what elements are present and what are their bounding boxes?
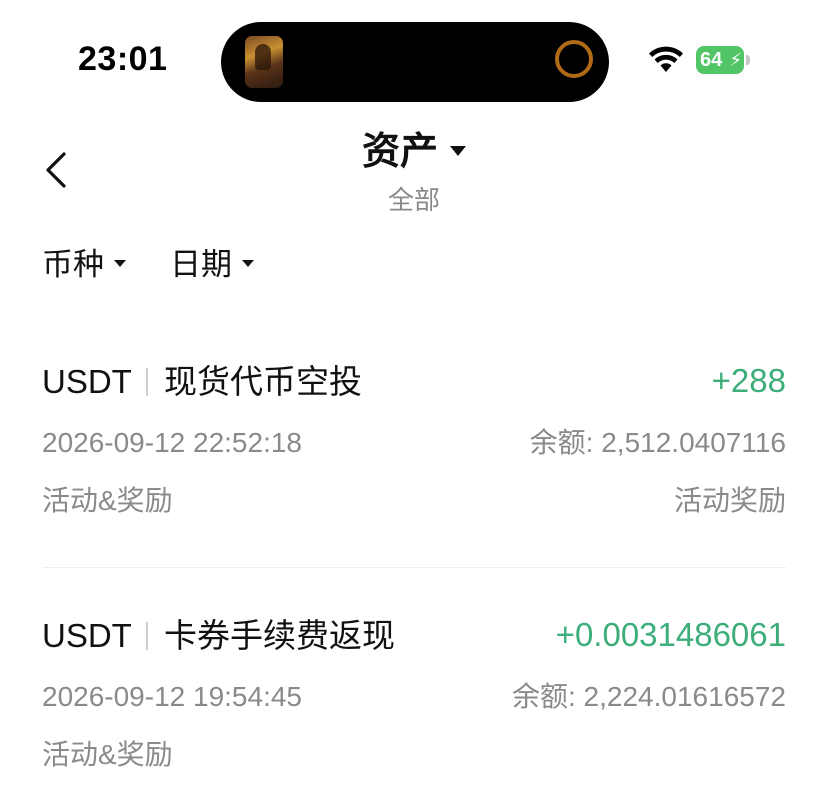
charging-bolt-icon: ⚡ bbox=[729, 50, 742, 70]
battery-tip bbox=[746, 55, 750, 65]
battery-icon: 64 ⚡ bbox=[696, 46, 744, 74]
list-item[interactable]: USDT 现货代币空投 +288 2026-09-12 22:52:18 余额:… bbox=[42, 354, 786, 554]
caret-down-icon bbox=[450, 145, 466, 156]
transaction-type: 现货代币空投 bbox=[164, 363, 362, 400]
divider bbox=[42, 567, 786, 568]
coin-name: USDT bbox=[42, 363, 132, 400]
dynamic-island[interactable] bbox=[221, 22, 609, 102]
transaction-category: 活动&奖励 bbox=[42, 485, 173, 516]
now-playing-artwork bbox=[245, 36, 283, 88]
transaction-source: 活动奖励 bbox=[673, 485, 786, 516]
transaction-time: 2026-09-12 22:52:18 bbox=[42, 427, 302, 458]
transaction-amount: +288 bbox=[711, 362, 786, 399]
separator bbox=[146, 368, 148, 396]
list-item[interactable]: USDT 卡券手续费返现 +0.0031486061 2026-09-12 19… bbox=[42, 608, 786, 808]
page-title: 资产 bbox=[361, 131, 438, 173]
status-time: 23:01 bbox=[78, 40, 168, 78]
asset-title-dropdown[interactable]: 资产 bbox=[362, 128, 466, 176]
separator bbox=[146, 622, 148, 650]
transaction-time: 2026-09-12 19:54:45 bbox=[42, 681, 302, 712]
transaction-type: 卡券手续费返现 bbox=[164, 617, 395, 654]
date-filter[interactable]: 日期 bbox=[170, 244, 254, 286]
date-filter-label: 日期 bbox=[170, 247, 232, 282]
currency-filter-label: 币种 bbox=[42, 247, 104, 282]
caret-down-icon bbox=[242, 260, 254, 268]
battery-level: 64 bbox=[700, 49, 723, 71]
activity-ring-icon bbox=[555, 40, 593, 78]
transaction-category: 活动&奖励 bbox=[42, 739, 173, 770]
coin-name: USDT bbox=[42, 617, 132, 654]
transaction-amount: +0.0031486061 bbox=[555, 616, 786, 653]
currency-filter[interactable]: 币种 bbox=[42, 244, 126, 286]
wifi-icon bbox=[648, 46, 684, 74]
balance-after: 余额: 2,224.01616572 bbox=[512, 681, 786, 712]
caret-down-icon bbox=[114, 260, 126, 268]
page-subtitle: 全部 bbox=[387, 185, 440, 215]
balance-after: 余额: 2,512.0407116 bbox=[529, 427, 786, 458]
